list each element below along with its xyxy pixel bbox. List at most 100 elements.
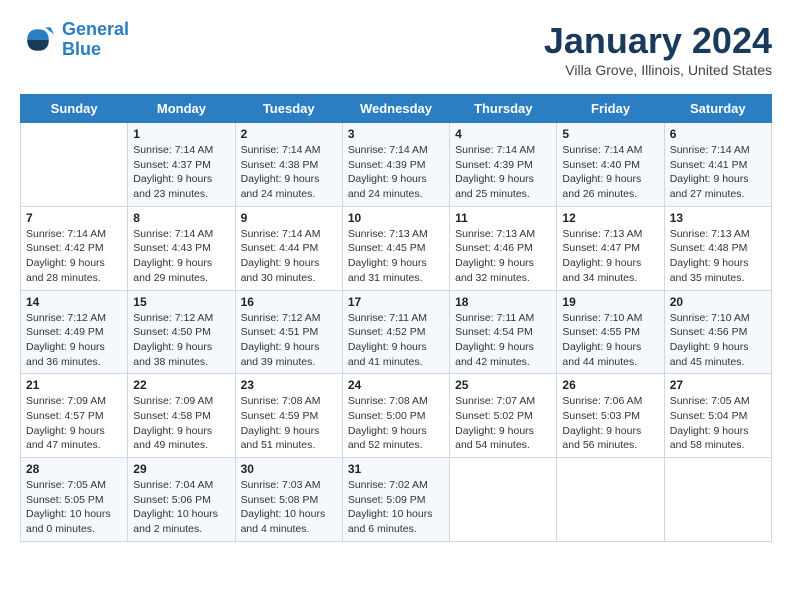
calendar-day-cell: 23 Sunrise: 7:08 AMSunset: 4:59 PMDayligh…: [235, 374, 342, 458]
calendar-title: January 2024: [544, 20, 772, 62]
weekday-header-cell: Friday: [557, 95, 664, 123]
day-number: 9: [241, 211, 337, 225]
logo-icon: [20, 22, 56, 58]
calendar-day-cell: 7Sunrise: 7:14 AMSunset: 4:42 PMDaylight…: [21, 206, 128, 290]
day-number: 2: [241, 127, 337, 141]
calendar-day-cell: 1 Sunrise: 7:14 AMSunset: 4:37 PMDaylight…: [128, 123, 235, 207]
day-number: 16: [241, 295, 337, 309]
day-number: 10: [348, 211, 444, 225]
calendar-day-cell: 11 Sunrise: 7:13 AMSunset: 4:46 PMDayligh…: [450, 206, 557, 290]
day-info: Sunrise: 7:12 AMSunset: 4:51 PMDaylight:…: [241, 311, 337, 370]
day-number: 29: [133, 462, 229, 476]
calendar-day-cell: 17Sunrise: 7:11 AMSunset: 4:52 PMDayligh…: [342, 290, 449, 374]
day-number: 18: [455, 295, 551, 309]
weekday-header-cell: Wednesday: [342, 95, 449, 123]
weekday-header-row: SundayMondayTuesdayWednesdayThursdayFrid…: [21, 95, 772, 123]
calendar-subtitle: Villa Grove, Illinois, United States: [544, 62, 772, 78]
calendar-day-cell: 30 Sunrise: 7:03 AMSunset: 5:08 PMDayligh…: [235, 458, 342, 542]
day-info: Sunrise: 7:14 AMSunset: 4:38 PMDaylight:…: [241, 143, 337, 202]
day-number: 1: [133, 127, 229, 141]
page-header: General Blue January 2024 Villa Grove, I…: [20, 20, 772, 78]
day-number: 17: [348, 295, 444, 309]
day-info: Sunrise: 7:10 AMSunset: 4:55 PMDaylight:…: [562, 311, 658, 370]
day-number: 26: [562, 378, 658, 392]
day-number: 12: [562, 211, 658, 225]
calendar-week-row: 28 Sunrise: 7:05 AMSunset: 5:05 PMDayligh…: [21, 458, 772, 542]
day-info: Sunrise: 7:14 AMSunset: 4:42 PMDaylight:…: [26, 227, 122, 286]
day-info: Sunrise: 7:08 AMSunset: 4:59 PMDaylight:…: [241, 394, 337, 453]
logo-text: General Blue: [62, 20, 129, 60]
day-info: Sunrise: 7:06 AMSunset: 5:03 PMDaylight:…: [562, 394, 658, 453]
day-info: Sunrise: 7:14 AMSunset: 4:39 PMDaylight:…: [348, 143, 444, 202]
day-number: 3: [348, 127, 444, 141]
calendar-day-cell: 24 Sunrise: 7:08 AMSunset: 5:00 PMDayligh…: [342, 374, 449, 458]
day-number: 4: [455, 127, 551, 141]
day-info: Sunrise: 7:13 AMSunset: 4:48 PMDaylight:…: [670, 227, 766, 286]
calendar-day-cell: 16 Sunrise: 7:12 AMSunset: 4:51 PMDayligh…: [235, 290, 342, 374]
calendar-day-cell: 22Sunrise: 7:09 AMSunset: 4:58 PMDayligh…: [128, 374, 235, 458]
calendar-day-cell: 28 Sunrise: 7:05 AMSunset: 5:05 PMDayligh…: [21, 458, 128, 542]
calendar-day-cell: 29Sunrise: 7:04 AMSunset: 5:06 PMDayligh…: [128, 458, 235, 542]
calendar-day-cell: 3 Sunrise: 7:14 AMSunset: 4:39 PMDaylight…: [342, 123, 449, 207]
day-number: 8: [133, 211, 229, 225]
calendar-day-cell: 27 Sunrise: 7:05 AMSunset: 5:04 PMDayligh…: [664, 374, 771, 458]
calendar-day-cell: 12 Sunrise: 7:13 AMSunset: 4:47 PMDayligh…: [557, 206, 664, 290]
logo: General Blue: [20, 20, 129, 60]
day-info: Sunrise: 7:05 AMSunset: 5:05 PMDaylight:…: [26, 478, 122, 537]
day-number: 24: [348, 378, 444, 392]
day-number: 6: [670, 127, 766, 141]
day-number: 19: [562, 295, 658, 309]
calendar-day-cell: 9Sunrise: 7:14 AMSunset: 4:44 PMDaylight…: [235, 206, 342, 290]
calendar-day-cell: 13 Sunrise: 7:13 AMSunset: 4:48 PMDayligh…: [664, 206, 771, 290]
calendar-day-cell: 10 Sunrise: 7:13 AMSunset: 4:45 PMDayligh…: [342, 206, 449, 290]
weekday-header-cell: Monday: [128, 95, 235, 123]
day-info: Sunrise: 7:11 AMSunset: 4:54 PMDaylight:…: [455, 311, 551, 370]
calendar-day-cell: [664, 458, 771, 542]
day-info: Sunrise: 7:14 AMSunset: 4:40 PMDaylight:…: [562, 143, 658, 202]
day-number: 13: [670, 211, 766, 225]
weekday-header-cell: Saturday: [664, 95, 771, 123]
day-info: Sunrise: 7:14 AMSunset: 4:39 PMDaylight:…: [455, 143, 551, 202]
calendar-day-cell: 15Sunrise: 7:12 AMSunset: 4:50 PMDayligh…: [128, 290, 235, 374]
weekday-header-cell: Tuesday: [235, 95, 342, 123]
calendar-week-row: 21Sunrise: 7:09 AMSunset: 4:57 PMDayligh…: [21, 374, 772, 458]
calendar-body: 1 Sunrise: 7:14 AMSunset: 4:37 PMDaylight…: [21, 123, 772, 542]
calendar-day-cell: 5 Sunrise: 7:14 AMSunset: 4:40 PMDaylight…: [557, 123, 664, 207]
calendar-header: SundayMondayTuesdayWednesdayThursdayFrid…: [21, 95, 772, 123]
day-info: Sunrise: 7:05 AMSunset: 5:04 PMDaylight:…: [670, 394, 766, 453]
day-info: Sunrise: 7:03 AMSunset: 5:08 PMDaylight:…: [241, 478, 337, 537]
day-number: 30: [241, 462, 337, 476]
weekday-header-cell: Thursday: [450, 95, 557, 123]
calendar-day-cell: 4 Sunrise: 7:14 AMSunset: 4:39 PMDaylight…: [450, 123, 557, 207]
calendar-day-cell: 14 Sunrise: 7:12 AMSunset: 4:49 PMDayligh…: [21, 290, 128, 374]
day-info: Sunrise: 7:07 AMSunset: 5:02 PMDaylight:…: [455, 394, 551, 453]
day-number: 28: [26, 462, 122, 476]
day-info: Sunrise: 7:09 AMSunset: 4:57 PMDaylight:…: [26, 394, 122, 453]
day-number: 5: [562, 127, 658, 141]
calendar-day-cell: 8 Sunrise: 7:14 AMSunset: 4:43 PMDaylight…: [128, 206, 235, 290]
day-info: Sunrise: 7:13 AMSunset: 4:47 PMDaylight:…: [562, 227, 658, 286]
day-info: Sunrise: 7:13 AMSunset: 4:46 PMDaylight:…: [455, 227, 551, 286]
calendar-table: SundayMondayTuesdayWednesdayThursdayFrid…: [20, 94, 772, 542]
day-info: Sunrise: 7:14 AMSunset: 4:37 PMDaylight:…: [133, 143, 229, 202]
calendar-day-cell: 2 Sunrise: 7:14 AMSunset: 4:38 PMDaylight…: [235, 123, 342, 207]
day-number: 25: [455, 378, 551, 392]
day-number: 27: [670, 378, 766, 392]
calendar-day-cell: [450, 458, 557, 542]
day-info: Sunrise: 7:10 AMSunset: 4:56 PMDaylight:…: [670, 311, 766, 370]
day-number: 23: [241, 378, 337, 392]
day-info: Sunrise: 7:02 AMSunset: 5:09 PMDaylight:…: [348, 478, 444, 537]
calendar-day-cell: 21Sunrise: 7:09 AMSunset: 4:57 PMDayligh…: [21, 374, 128, 458]
weekday-header-cell: Sunday: [21, 95, 128, 123]
day-number: 11: [455, 211, 551, 225]
day-info: Sunrise: 7:13 AMSunset: 4:45 PMDaylight:…: [348, 227, 444, 286]
title-block: January 2024 Villa Grove, Illinois, Unit…: [544, 20, 772, 78]
day-info: Sunrise: 7:14 AMSunset: 4:43 PMDaylight:…: [133, 227, 229, 286]
calendar-week-row: 14 Sunrise: 7:12 AMSunset: 4:49 PMDayligh…: [21, 290, 772, 374]
day-info: Sunrise: 7:08 AMSunset: 5:00 PMDaylight:…: [348, 394, 444, 453]
day-number: 14: [26, 295, 122, 309]
day-number: 22: [133, 378, 229, 392]
calendar-day-cell: 26 Sunrise: 7:06 AMSunset: 5:03 PMDayligh…: [557, 374, 664, 458]
day-info: Sunrise: 7:12 AMSunset: 4:49 PMDaylight:…: [26, 311, 122, 370]
calendar-day-cell: 19 Sunrise: 7:10 AMSunset: 4:55 PMDayligh…: [557, 290, 664, 374]
